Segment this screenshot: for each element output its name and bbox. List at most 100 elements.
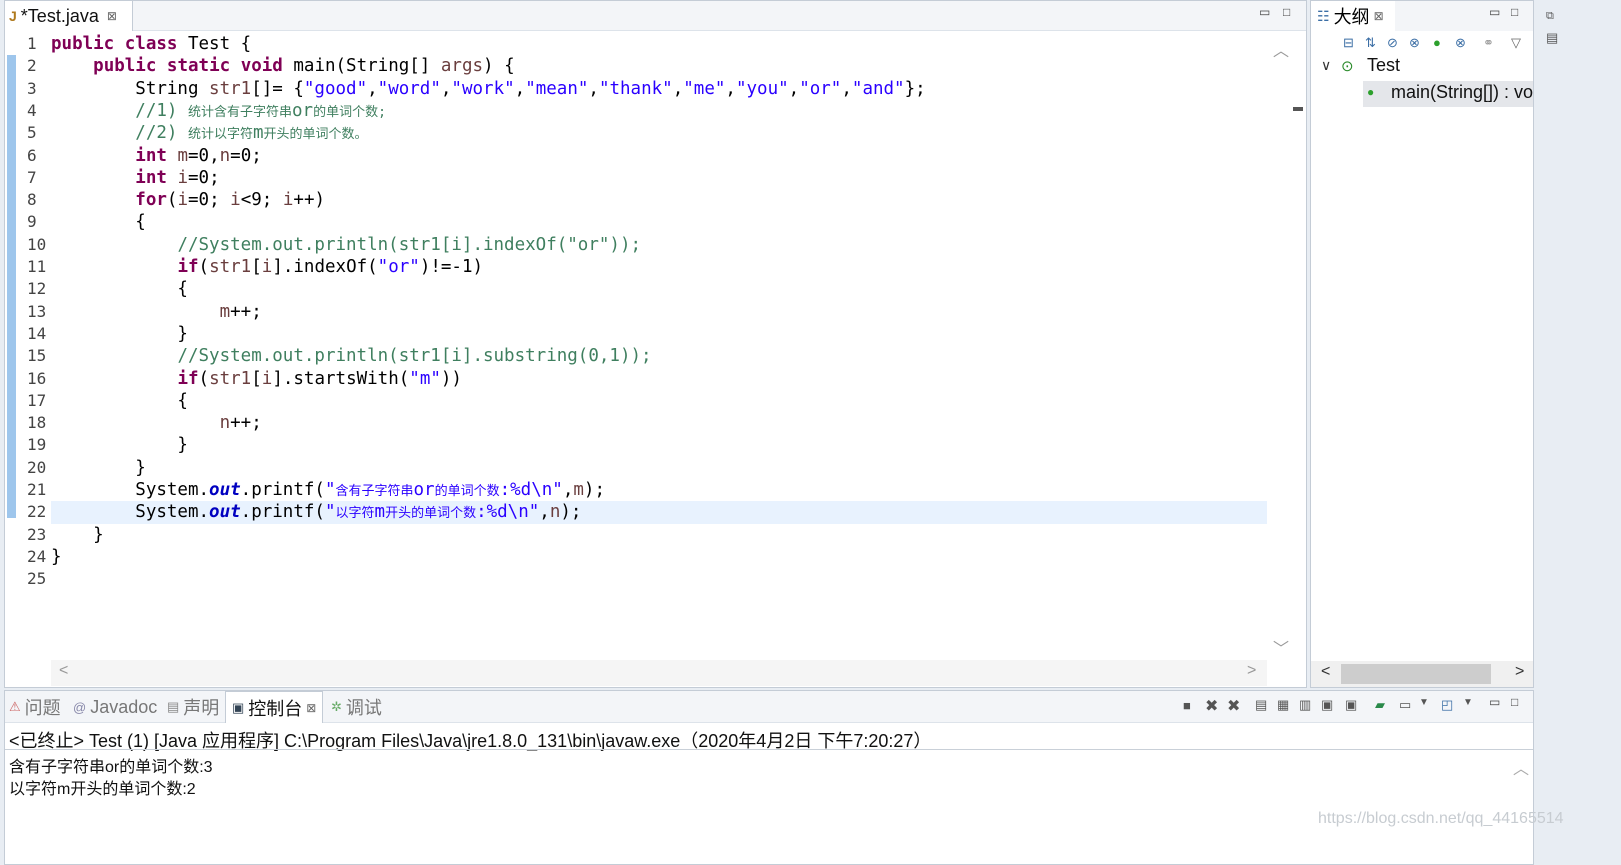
code-line: {: [51, 279, 188, 300]
line-number: 14: [27, 323, 47, 343]
close-icon[interactable]: ⊠: [107, 9, 117, 23]
tab-console[interactable]: ▣ 控制台 ⊠: [225, 691, 324, 723]
line-number: 9: [27, 212, 37, 232]
editor-pane: J *Test.java ⊠ ▭ □ 1 2 3 4 5 6 7 8 9 10 11 12 13 14 15…: [4, 0, 1307, 688]
line-number: 11: [27, 257, 47, 276]
overview-ruler-marker[interactable]: [1293, 107, 1303, 111]
code-line: if(str1[i].startsWith("m")): [177, 368, 462, 389]
line-number: 15: [27, 346, 47, 366]
scroll-right-icon[interactable]: >: [1247, 662, 1256, 680]
code-line: }: [51, 457, 146, 478]
scroll-right-icon[interactable]: >: [1515, 663, 1524, 681]
line-number: 21: [27, 480, 47, 499]
editor-tab-bar: J *Test.java ⊠ ▭ □: [5, 1, 1306, 31]
code-line: //1) 统计含有子字符串or的单词个数;: [135, 100, 386, 121]
debug-icon: ✲: [331, 699, 342, 714]
hide-nonpublic-icon[interactable]: ●: [1433, 35, 1441, 50]
close-icon[interactable]: ⊠: [306, 701, 316, 715]
task-list-icon[interactable]: ▤: [1546, 30, 1558, 46]
pin-console-icon[interactable]: ▰: [1375, 697, 1385, 713]
code-line: if(str1[i].indexOf("or")!=-1): [177, 257, 484, 277]
outline-tree-child-selected[interactable]: ● main(String[]) : vo: [1363, 81, 1533, 107]
code-line: String str1[]= {"good","word","work","me…: [51, 78, 926, 99]
divider: [5, 749, 1533, 750]
editor-vertical-scrollbar[interactable]: ︿ ﹀: [1267, 33, 1291, 659]
scrollbar-thumb[interactable]: [1341, 664, 1491, 684]
terminate-icon[interactable]: ■: [1183, 698, 1191, 713]
hide-local-types-icon[interactable]: ⊗: [1455, 35, 1466, 51]
chevron-down-icon[interactable]: ▼: [1463, 697, 1473, 708]
scroll-left-icon[interactable]: <: [59, 662, 68, 680]
scroll-lock-icon[interactable]: ▦: [1277, 697, 1289, 713]
outline-tree-child: main(String[]) : vo: [1391, 82, 1534, 102]
tab-label: 控制台: [248, 698, 303, 719]
tab-javadoc[interactable]: @ Javadoc: [73, 691, 157, 723]
line-number: 18: [27, 413, 47, 433]
tab-problems[interactable]: ⚠ 问题: [9, 691, 61, 723]
outline-pane: ☷ 大纲 ⊠ ▭ □ ⊟ ⇅ ⊘ ⊗ ● ⊗ ⚭ ▽ ∨ ⊙ Test ● ma…: [1310, 0, 1534, 688]
close-icon[interactable]: ⊠: [1374, 9, 1384, 23]
view-menu-icon[interactable]: ▽: [1511, 35, 1521, 51]
tab-test-java[interactable]: J *Test.java ⊠: [5, 1, 133, 31]
console-output-line: 含有子字符串or的单词个数:3: [9, 759, 213, 776]
open-console-icon[interactable]: ◰: [1441, 697, 1453, 713]
console-tab-bar: ⚠ 问题 @ Javadoc ▤ 声明 ▣ 控制台 ⊠ ✲ 调试 ■ ✖ ✖ ▤…: [5, 691, 1533, 723]
class-icon: ⊙: [1341, 58, 1354, 75]
minimize-icon[interactable]: ▭: [1489, 5, 1500, 19]
show-on-stderr-icon[interactable]: ▣: [1345, 697, 1357, 713]
line-number: 20: [27, 457, 47, 477]
editor-horizontal-scrollbar[interactable]: < >: [51, 660, 1267, 686]
javadoc-icon: @: [73, 699, 87, 715]
collapse-all-icon[interactable]: ⊟: [1343, 35, 1354, 51]
hide-static-icon[interactable]: ⊗: [1409, 35, 1420, 51]
tab-outline[interactable]: ☷ 大纲 ⊠: [1311, 1, 1395, 31]
line-number: 13: [27, 301, 47, 321]
show-on-stdout-icon[interactable]: ▣: [1321, 697, 1333, 713]
scroll-up-icon[interactable]: ︿: [1273, 37, 1289, 61]
line-number: 25: [27, 569, 47, 589]
remove-launch-icon[interactable]: ✖: [1205, 696, 1218, 716]
maximize-icon[interactable]: □: [1511, 695, 1518, 709]
minimize-icon[interactable]: ▭: [1259, 5, 1270, 19]
clear-console-icon[interactable]: ▤: [1255, 697, 1267, 713]
tab-label: Javadoc: [90, 696, 158, 717]
outline-tree-root[interactable]: Test: [1367, 55, 1400, 76]
code-line: public class Test {: [51, 34, 252, 54]
tab-declaration[interactable]: ▤ 声明: [167, 691, 219, 723]
minimize-icon[interactable]: ▭: [1489, 695, 1500, 709]
tab-debug[interactable]: ✲ 调试: [331, 691, 382, 723]
chevron-down-icon[interactable]: ∨: [1321, 57, 1331, 74]
code-area[interactable]: public class Test { public static void m…: [51, 33, 1267, 659]
code-line: {: [51, 390, 188, 411]
code-line: }: [51, 435, 188, 456]
console-output-line: 以字符m开头的单词个数:2: [9, 781, 196, 798]
tab-label: 问题: [24, 698, 61, 718]
link-icon[interactable]: ⚭: [1483, 35, 1494, 51]
code-line: }: [51, 524, 104, 545]
line-number: 5: [27, 123, 37, 143]
code-line: for(i=0; i<9; i++): [135, 190, 326, 211]
sort-icon[interactable]: ⇅: [1365, 35, 1376, 51]
remove-all-icon[interactable]: ✖: [1227, 696, 1240, 716]
watermark: https://blog.csdn.net/qq_44165514: [1318, 810, 1564, 827]
chevron-down-icon[interactable]: ▼: [1419, 697, 1429, 708]
maximize-icon[interactable]: □: [1283, 5, 1290, 19]
word-wrap-icon[interactable]: ▥: [1299, 697, 1311, 713]
java-file-icon: J: [9, 8, 17, 24]
hide-fields-icon[interactable]: ⊘: [1387, 35, 1398, 51]
scroll-up-icon[interactable]: ︿: [1513, 755, 1529, 779]
code-line: }: [51, 323, 188, 344]
code-line: {: [51, 212, 146, 233]
public-method-icon: ●: [1367, 85, 1375, 99]
tab-label: *Test.java: [20, 5, 99, 26]
line-number: 6: [27, 145, 37, 165]
scroll-down-icon[interactable]: ﹀: [1273, 635, 1289, 659]
code-line: int m=0,n=0;: [135, 145, 262, 166]
tab-label: 调试: [345, 698, 382, 718]
code-line: //System.out.println(str1[i].indexOf("or…: [177, 234, 642, 255]
maximize-icon[interactable]: □: [1511, 5, 1518, 19]
scroll-left-icon[interactable]: <: [1321, 663, 1330, 681]
restore-icon[interactable]: ⧉: [1546, 10, 1554, 23]
outline-horizontal-scrollbar[interactable]: < >: [1311, 661, 1533, 687]
display-console-icon[interactable]: ▭: [1399, 697, 1411, 713]
